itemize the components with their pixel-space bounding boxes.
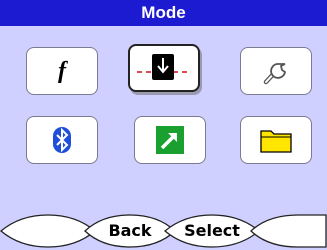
export-arrow-icon (156, 126, 184, 154)
folder-icon (260, 130, 292, 153)
bluetooth-icon (53, 127, 71, 153)
select-button-label: Select (184, 221, 240, 240)
back-button[interactable]: Back (84, 214, 176, 248)
softkey-right-label (250, 214, 327, 248)
page-title: Mode (0, 0, 327, 26)
softkey-right[interactable] (250, 214, 327, 248)
wrench-icon (263, 63, 286, 85)
select-button[interactable]: Select (164, 214, 260, 248)
function-mode-button[interactable]: f (26, 47, 98, 95)
mode-screen: Mode f Back Select (0, 0, 327, 250)
export-mode-button[interactable] (134, 116, 206, 164)
softkey-left[interactable] (0, 214, 96, 248)
function-icon: f (58, 57, 66, 84)
mode-arrow-icon (137, 54, 191, 80)
softkey-bar: Back Select (0, 212, 327, 250)
files-mode-button[interactable] (240, 116, 312, 164)
back-button-label: Back (108, 221, 152, 240)
settings-mode-button[interactable] (240, 47, 312, 95)
softkey-left-label (0, 214, 96, 248)
mode-arrow-button[interactable] (128, 44, 200, 92)
bluetooth-mode-button[interactable] (26, 116, 98, 164)
